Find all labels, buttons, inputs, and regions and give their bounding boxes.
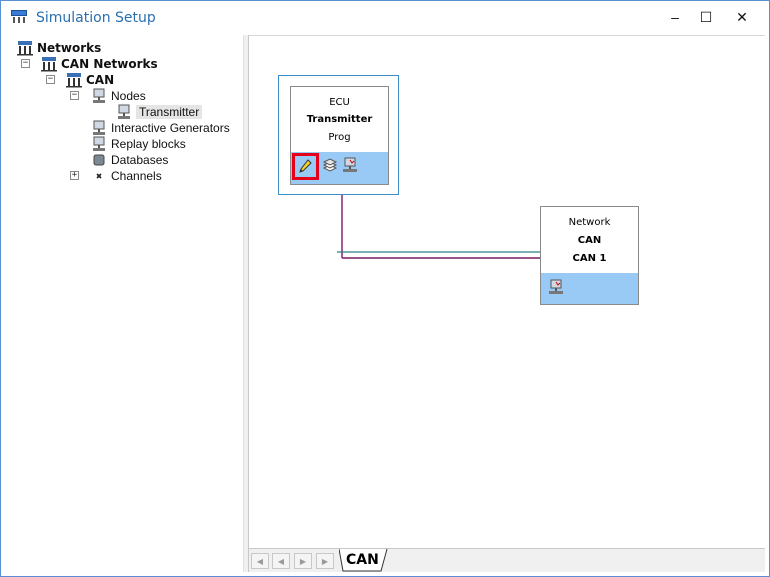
network-icon bbox=[41, 57, 57, 72]
network-type-label: Network bbox=[568, 217, 611, 228]
tab-label: CAN bbox=[346, 552, 379, 568]
network-toolbar bbox=[541, 273, 638, 304]
network-settings-icon[interactable] bbox=[547, 279, 565, 297]
collapse-toggle[interactable]: − bbox=[70, 91, 79, 100]
node-icon bbox=[118, 104, 130, 119]
tree-label: Networks bbox=[37, 41, 102, 55]
first-icon: ◀ bbox=[256, 556, 264, 566]
tree-label: Databases bbox=[111, 153, 169, 167]
node-signal-icon[interactable] bbox=[341, 157, 359, 175]
tree-label: Nodes bbox=[111, 89, 146, 103]
tree-label: Interactive Generators bbox=[111, 121, 230, 135]
collapse-toggle[interactable]: − bbox=[46, 75, 55, 84]
close-icon: ✕ bbox=[736, 8, 748, 25]
tree-item-can[interactable]: CAN bbox=[66, 72, 114, 88]
title-bar: Simulation Setup – ☐ ✕ bbox=[1, 1, 769, 35]
tree-item-databases[interactable]: Databases bbox=[91, 152, 168, 168]
node-icon bbox=[93, 88, 105, 103]
network-icon bbox=[17, 41, 33, 56]
network-icon bbox=[66, 73, 82, 88]
network-channel-label: CAN 1 bbox=[572, 253, 607, 264]
node-icon bbox=[93, 136, 105, 151]
tree-item-networks[interactable]: Networks bbox=[17, 40, 101, 56]
tree-item-nodes[interactable]: Nodes bbox=[91, 88, 146, 104]
ecu-program-label: Prog bbox=[328, 132, 351, 143]
expand-toggle[interactable]: + bbox=[70, 171, 79, 180]
tree-item-replay-blocks[interactable]: Replay blocks bbox=[91, 136, 186, 152]
close-button[interactable]: ✕ bbox=[724, 1, 760, 33]
last-tab-button[interactable]: ▶ bbox=[316, 553, 334, 569]
next-tab-button[interactable]: ▶ bbox=[294, 553, 312, 569]
maximize-button[interactable]: ☐ bbox=[688, 1, 724, 33]
tree-item-interactive-generators[interactable]: Interactive Generators bbox=[91, 120, 230, 136]
tree-item-channels[interactable]: Channels bbox=[91, 168, 162, 184]
edit-program-button[interactable] bbox=[292, 153, 319, 180]
simulation-setup-window: Simulation Setup – ☐ ✕ Networks − CAN Ne… bbox=[0, 0, 770, 577]
ecu-transmitter-block[interactable]: ECU Transmitter Prog bbox=[290, 86, 389, 185]
ecu-toolbar bbox=[291, 152, 388, 184]
previous-icon: ◀ bbox=[277, 556, 285, 566]
pencil-icon bbox=[299, 159, 312, 173]
last-icon: ▶ bbox=[321, 556, 329, 566]
maximize-icon: ☐ bbox=[699, 8, 713, 25]
database-icon bbox=[93, 154, 105, 166]
simulation-tree[interactable]: Networks − CAN Networks − CAN − Nodes Tr… bbox=[7, 35, 246, 572]
tree-label: CAN Networks bbox=[61, 57, 158, 71]
tree-label: Channels bbox=[111, 169, 162, 183]
tree-item-transmitter[interactable]: Transmitter bbox=[116, 104, 203, 120]
minimize-icon: – bbox=[671, 9, 679, 25]
tree-label: Transmitter bbox=[136, 105, 203, 119]
node-icon bbox=[93, 120, 105, 135]
ecu-name-label: Transmitter bbox=[306, 114, 373, 125]
database-stack-icon[interactable] bbox=[322, 158, 338, 174]
window-title: Simulation Setup bbox=[36, 10, 156, 26]
network-name-label: CAN bbox=[577, 235, 602, 246]
ecu-type-label: ECU bbox=[329, 97, 350, 108]
previous-tab-button[interactable]: ◀ bbox=[272, 553, 290, 569]
network-can-block[interactable]: Network CAN CAN 1 bbox=[540, 206, 639, 305]
first-tab-button[interactable]: ◀ bbox=[251, 553, 269, 569]
next-icon: ▶ bbox=[299, 556, 307, 566]
tree-label: CAN bbox=[86, 73, 115, 87]
channel-icon bbox=[96, 173, 102, 179]
collapse-toggle[interactable]: − bbox=[21, 59, 30, 68]
tree-item-can-networks[interactable]: CAN Networks bbox=[41, 56, 158, 72]
tab-strip: ◀ ◀ ▶ ▶ CAN bbox=[249, 548, 765, 572]
simulation-setup-app-icon bbox=[11, 10, 27, 23]
tree-label: Replay blocks bbox=[111, 137, 186, 151]
